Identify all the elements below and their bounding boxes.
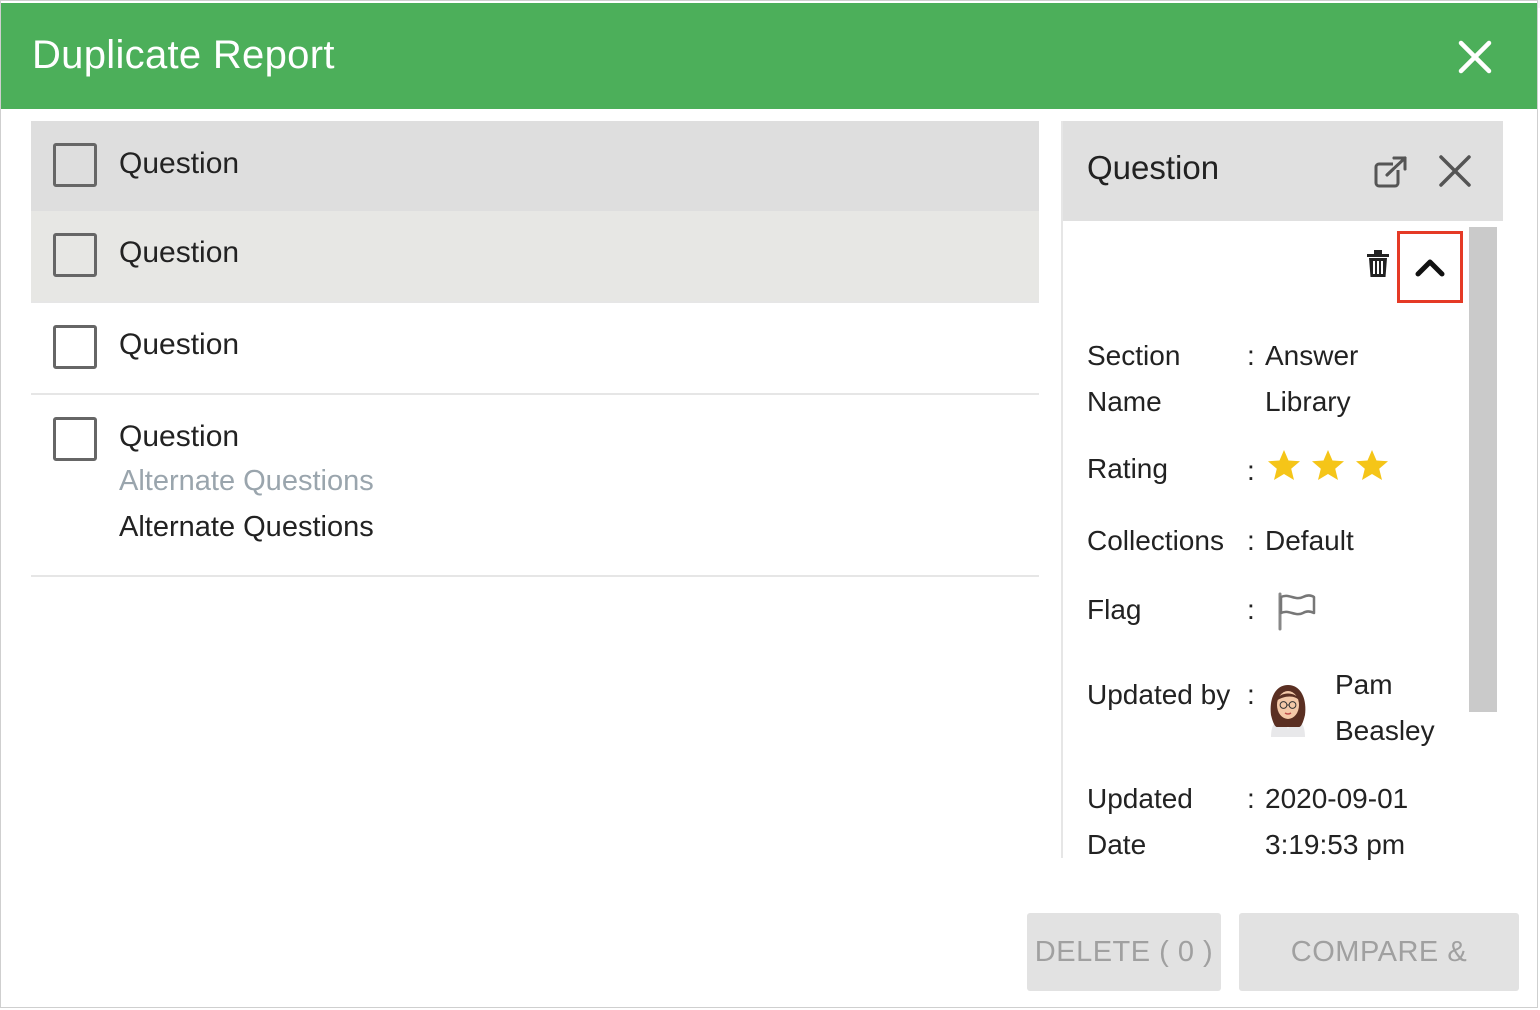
alternate-questions-label: Alternate Questions xyxy=(119,511,374,543)
delete-button[interactable]: DELETE ( 0 ) xyxy=(1027,913,1221,991)
updated-date-label: Updated Date xyxy=(1087,783,1193,860)
item-label: Question xyxy=(119,328,240,361)
section-name-label: Section Name xyxy=(1087,340,1181,417)
colon: : xyxy=(1247,525,1255,556)
compare-merge-button[interactable]: COMPARE & MERGE xyxy=(1239,913,1519,991)
dialog-header: Duplicate Report xyxy=(1,3,1537,109)
collapse-button[interactable] xyxy=(1397,231,1463,303)
duplicate-list: Question Question Question Question Alte… xyxy=(31,121,1039,577)
item-label: Question xyxy=(119,147,240,180)
trash-icon[interactable] xyxy=(1365,249,1391,279)
flag-label: Flag xyxy=(1087,594,1142,625)
item-checkbox[interactable] xyxy=(53,233,97,277)
list-item[interactable]: Question xyxy=(31,303,1039,395)
colon: : xyxy=(1247,783,1255,814)
collections-label: Collections xyxy=(1087,525,1224,556)
star-icon xyxy=(1268,450,1300,480)
alternate-questions-label-muted: Alternate Questions xyxy=(119,465,374,497)
collections-value: Default xyxy=(1265,525,1354,556)
list-item[interactable]: Question Alternate Questions Alternate Q… xyxy=(31,395,1039,577)
close-icon[interactable] xyxy=(1451,33,1499,81)
rating-label: Rating xyxy=(1087,453,1168,484)
item-label: Question xyxy=(119,236,240,269)
avatar xyxy=(1270,685,1306,737)
colon: : xyxy=(1247,594,1255,625)
question-detail-panel: Question Section Name: Answer Library R… xyxy=(1061,121,1503,860)
list-item[interactable]: Question xyxy=(31,121,1039,211)
close-panel-icon[interactable] xyxy=(1437,153,1473,189)
chevron-up-icon xyxy=(1415,259,1445,277)
updated-by-label: Updated by xyxy=(1087,679,1231,710)
star-icon xyxy=(1312,450,1344,480)
colon: : xyxy=(1247,455,1255,486)
star-icon xyxy=(1356,450,1388,480)
section-name-value: Answer Library xyxy=(1265,340,1359,417)
panel-header: Question xyxy=(1063,121,1503,221)
item-label: Question xyxy=(119,420,240,453)
colon: : xyxy=(1247,679,1255,710)
panel-scrollbar[interactable] xyxy=(1469,227,1497,712)
updated-date-value: 2020-09-01 3:19:53 pm xyxy=(1265,783,1409,860)
panel-title: Question xyxy=(1087,149,1220,186)
flag-icon[interactable] xyxy=(1275,591,1317,631)
item-checkbox[interactable] xyxy=(53,417,97,461)
colon: : xyxy=(1247,340,1255,371)
dialog-title: Duplicate Report xyxy=(32,33,335,77)
item-checkbox[interactable] xyxy=(53,143,97,187)
updated-by-value: Pam Beasley xyxy=(1335,669,1435,746)
item-checkbox[interactable] xyxy=(53,325,97,369)
open-external-icon[interactable] xyxy=(1373,155,1409,189)
duplicate-report-dialog: Duplicate Report Question Question Quest… xyxy=(0,0,1538,1008)
list-item[interactable]: Question xyxy=(31,211,1039,303)
